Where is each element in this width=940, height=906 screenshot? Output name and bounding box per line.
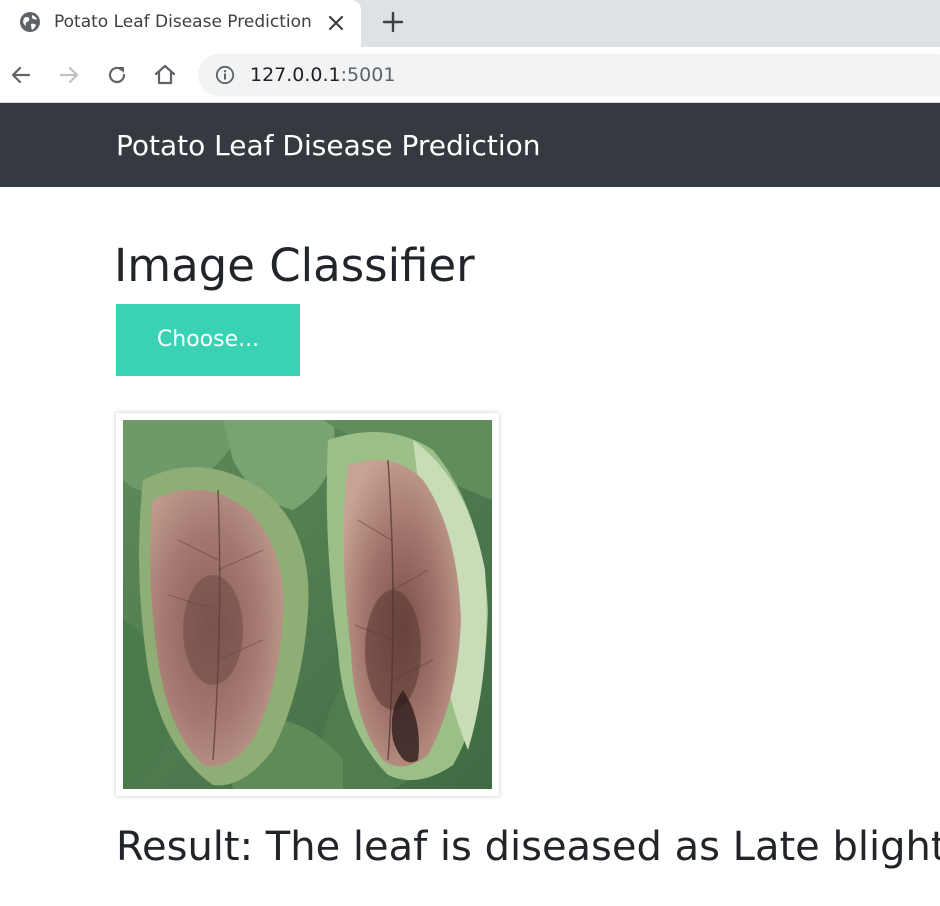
address-bar[interactable]: 127.0.0.1:5001: [198, 54, 940, 96]
arrow-right-icon[interactable]: [56, 62, 82, 88]
reload-icon[interactable]: [104, 62, 130, 88]
url-port: :5001: [340, 64, 396, 86]
arrow-left-icon[interactable]: [8, 62, 34, 88]
browser-toolbar: 127.0.0.1:5001: [0, 47, 940, 103]
browser-tab[interactable]: Potato Leaf Disease Prediction: [0, 0, 361, 47]
info-icon[interactable]: [215, 65, 235, 85]
tab-title: Potato Leaf Disease Prediction: [54, 12, 312, 32]
address-url: 127.0.0.1:5001: [250, 63, 395, 87]
choose-file-button[interactable]: Choose...: [116, 304, 300, 376]
prediction-result: Result: The leaf is diseased as Late bli…: [116, 824, 940, 870]
close-icon[interactable]: [325, 12, 347, 34]
url-host: 127.0.0.1: [250, 64, 341, 86]
leaf-image: [123, 420, 492, 789]
plus-icon[interactable]: [381, 10, 405, 34]
browser-tabstrip: Potato Leaf Disease Prediction: [0, 0, 940, 47]
globe-icon: [20, 12, 40, 32]
page-title: Image Classifier: [114, 239, 475, 292]
home-icon[interactable]: [152, 62, 178, 88]
site-navbar: Potato Leaf Disease Prediction: [0, 103, 940, 187]
image-preview: [116, 413, 499, 796]
navbar-brand[interactable]: Potato Leaf Disease Prediction: [116, 129, 541, 163]
